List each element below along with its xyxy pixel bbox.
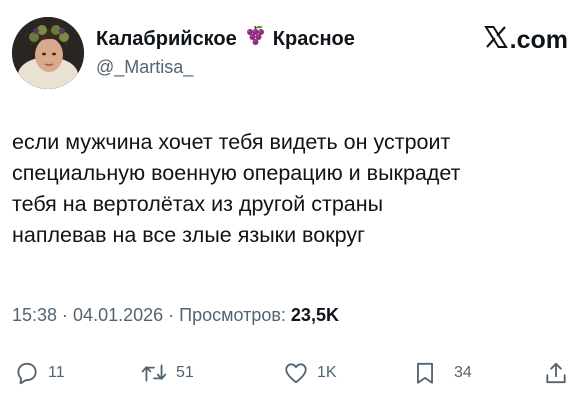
tweet-date[interactable]: 04.01.2026 (73, 305, 163, 325)
views-count: 23,5K (290, 305, 339, 325)
tweet-card: Калабрийское Красное @_Martisa_ .com есл… (0, 0, 588, 411)
bookmark-button[interactable]: 34 (412, 355, 472, 391)
like-count: 1K (317, 364, 337, 381)
display-name-part2: Красное (272, 27, 355, 50)
share-icon (543, 360, 569, 386)
reply-icon (14, 360, 40, 386)
like-button[interactable]: 1K (283, 355, 337, 391)
avatar[interactable] (12, 17, 84, 89)
x-logo-icon (483, 25, 508, 56)
user-handle[interactable]: @_Martisa_ (96, 57, 193, 78)
grapes-icon (243, 24, 267, 54)
brand-suffix: .com (509, 25, 568, 54)
repost-icon (140, 360, 168, 386)
share-button[interactable] (543, 355, 569, 391)
tweet-text: если мужчина хочет тебя видеть он устрои… (12, 127, 577, 251)
tweet-line: наплевав на все злые языки вокруг (12, 223, 365, 247)
meta-separator: · (57, 305, 74, 325)
tweet-meta: 15:38 · 04.01.2026 · Просмотров: 23,5K (12, 305, 339, 326)
bookmark-icon (412, 360, 438, 386)
heart-icon (283, 360, 309, 386)
repost-count: 51 (176, 364, 194, 381)
repost-button[interactable]: 51 (140, 355, 194, 391)
tweet-line: специальную военную операцию и выкрадет (12, 161, 461, 185)
tweet-time[interactable]: 15:38 (12, 305, 57, 325)
tweet-line: тебя на вертолётах из другой страны (12, 192, 384, 216)
display-name[interactable]: Калабрийское Красное (96, 24, 355, 54)
action-bar: 11 51 1K 34 (0, 355, 588, 391)
reply-button[interactable]: 11 (14, 355, 65, 391)
bookmark-count: 34 (454, 364, 472, 381)
brand-logo: .com (483, 25, 568, 56)
tweet-line: если мужчина хочет тебя видеть он устрои… (12, 130, 451, 154)
display-name-part1: Калабрийское (96, 27, 237, 50)
meta-separator: · (163, 305, 180, 325)
views-label: Просмотров: (179, 305, 291, 325)
reply-count: 11 (48, 364, 65, 381)
